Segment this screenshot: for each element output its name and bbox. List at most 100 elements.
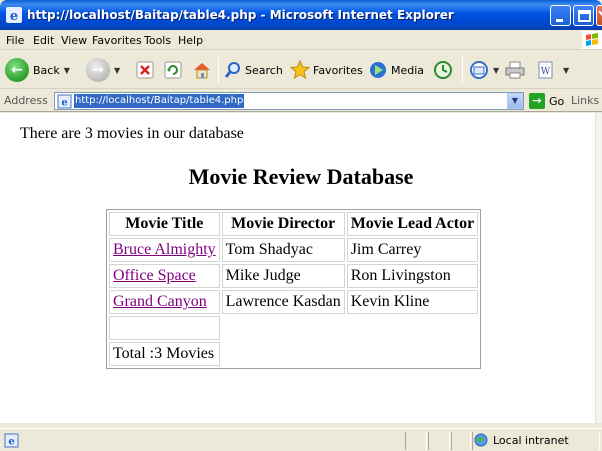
- status-pane: [451, 432, 471, 450]
- status-pane: [405, 432, 427, 450]
- mail-dropdown-icon[interactable]: ▼: [493, 66, 499, 75]
- close-button[interactable]: [596, 5, 602, 26]
- address-dropdown-icon[interactable]: ▼: [507, 93, 523, 109]
- empty-cell: [347, 316, 479, 340]
- menu-tools[interactable]: Tools: [144, 34, 171, 47]
- word-document-icon: W: [538, 61, 553, 79]
- movie-title-cell: Grand Canyon: [109, 290, 220, 314]
- minimize-icon: [556, 19, 563, 22]
- maximize-button[interactable]: [573, 5, 594, 26]
- column-header-actor: Movie Lead Actor: [346, 212, 479, 236]
- page-heading: Movie Review Database: [188, 164, 414, 189]
- menu-help[interactable]: Help: [178, 34, 203, 47]
- go-arrow-icon: →: [529, 93, 545, 109]
- intranet-globe-icon: [474, 433, 488, 447]
- home-button[interactable]: [192, 51, 212, 89]
- address-label: Address: [4, 94, 48, 107]
- status-bar: e Local intranet: [0, 428, 602, 451]
- title-bar[interactable]: e http://localhost/Baitap/table4.php - M…: [0, 0, 602, 30]
- movie-count-text: There are 3 movies in our database: [20, 125, 244, 142]
- svg-text:e: e: [8, 437, 14, 448]
- table-row-blank: [109, 316, 478, 340]
- movie-title-link[interactable]: Bruce Almighty: [113, 241, 216, 258]
- table-row: Office Space Mike Judge Ron Livingston: [109, 264, 479, 288]
- print-button[interactable]: [504, 51, 526, 89]
- window-title: http://localhost/Baitap/table4.php - Mic…: [27, 8, 454, 22]
- ie-logo-icon: e: [6, 7, 22, 23]
- svg-text:W: W: [541, 67, 551, 77]
- toolbar-separator: [218, 57, 219, 83]
- favorites-button[interactable]: Favorites: [290, 51, 363, 89]
- forward-dropdown-icon[interactable]: ▼: [114, 66, 120, 75]
- back-label: Back: [33, 63, 60, 77]
- page-content: There are 3 movies in our database Movie…: [0, 113, 595, 423]
- blank-cell: [109, 316, 220, 340]
- refresh-button[interactable]: [164, 51, 182, 89]
- favorites-star-icon: [290, 60, 310, 80]
- media-icon: [370, 62, 386, 78]
- security-zone: Local intranet: [474, 433, 569, 447]
- edit-word-button[interactable]: W ▼: [537, 51, 569, 89]
- menu-bar: File Edit View Favorites Tools Help: [0, 30, 602, 50]
- total-movies-cell: Total :3 Movies: [109, 342, 220, 366]
- menu-edit[interactable]: Edit: [33, 34, 54, 47]
- movie-director-cell: Tom Shadyac: [221, 238, 345, 262]
- table-row: Grand Canyon Lawrence Kasdan Kevin Kline: [109, 290, 479, 314]
- forward-button[interactable]: → ▼: [86, 51, 120, 89]
- mail-icon: [470, 61, 488, 79]
- media-button[interactable]: Media: [368, 51, 424, 89]
- status-pane: [428, 432, 450, 450]
- menu-favorites[interactable]: Favorites: [92, 34, 142, 47]
- browser-window: e http://localhost/Baitap/table4.php - M…: [0, 0, 602, 451]
- vertical-scrollbar[interactable]: [595, 113, 602, 423]
- search-icon: [224, 62, 240, 78]
- movie-actor-cell: Kevin Kline: [346, 290, 479, 314]
- column-header-director: Movie Director: [221, 212, 345, 236]
- address-bar: Address e http://localhost/Baitap/table4…: [0, 90, 602, 112]
- back-dropdown-icon[interactable]: ▼: [64, 66, 70, 75]
- empty-cell: [347, 342, 479, 366]
- close-icon: [598, 10, 602, 17]
- movie-title-cell: Bruce Almighty: [109, 238, 220, 262]
- empty-cell: [222, 342, 345, 366]
- go-button[interactable]: → Go: [529, 93, 564, 109]
- minimize-button[interactable]: [550, 5, 571, 26]
- table-header-row: Movie Title Movie Director Movie Lead Ac…: [109, 212, 479, 236]
- links-button[interactable]: Links: [571, 94, 599, 107]
- go-label: Go: [549, 94, 565, 108]
- stop-button[interactable]: [136, 51, 154, 89]
- mail-button[interactable]: ▼: [469, 51, 499, 89]
- menu-file[interactable]: File: [6, 34, 24, 47]
- forward-arrow-icon: →: [86, 58, 110, 82]
- search-label: Search: [245, 63, 283, 77]
- movie-actor-cell: Ron Livingston: [346, 264, 479, 288]
- favorites-label: Favorites: [313, 63, 363, 77]
- movie-director-cell: Lawrence Kasdan: [221, 290, 345, 314]
- page-icon: e: [57, 94, 72, 109]
- movie-title-link[interactable]: Grand Canyon: [113, 293, 207, 310]
- page-status-icon: e: [4, 433, 19, 448]
- empty-cell: [222, 316, 345, 340]
- address-url[interactable]: http://localhost/Baitap/table4.php: [74, 94, 245, 108]
- table-row-total: Total :3 Movies: [109, 342, 478, 366]
- menu-view[interactable]: View: [61, 34, 87, 47]
- movie-title-link[interactable]: Office Space: [113, 267, 196, 284]
- history-button[interactable]: [433, 51, 453, 89]
- movie-actor-cell: Jim Carrey: [346, 238, 479, 262]
- windows-flag-icon: [582, 31, 602, 49]
- toolbar: ← Back ▼ → ▼ Search Favorites Media ▼ W …: [0, 51, 602, 89]
- address-input[interactable]: e http://localhost/Baitap/table4.php ▼: [54, 92, 524, 110]
- movie-table: Movie Title Movie Director Movie Lead Ac…: [106, 209, 482, 369]
- print-icon: [505, 61, 525, 79]
- back-button[interactable]: ← Back ▼: [5, 51, 70, 89]
- edit-dropdown-icon[interactable]: ▼: [563, 66, 569, 75]
- media-label: Media: [391, 63, 425, 77]
- column-header-title: Movie Title: [109, 212, 220, 236]
- table-row: Bruce Almighty Tom Shadyac Jim Carrey: [109, 238, 479, 262]
- toolbar-separator: [462, 57, 463, 83]
- svg-text:e: e: [61, 98, 67, 109]
- history-icon: [434, 61, 452, 79]
- svg-text:e: e: [10, 9, 18, 23]
- movie-title-cell: Office Space: [109, 264, 220, 288]
- search-button[interactable]: Search: [224, 51, 283, 89]
